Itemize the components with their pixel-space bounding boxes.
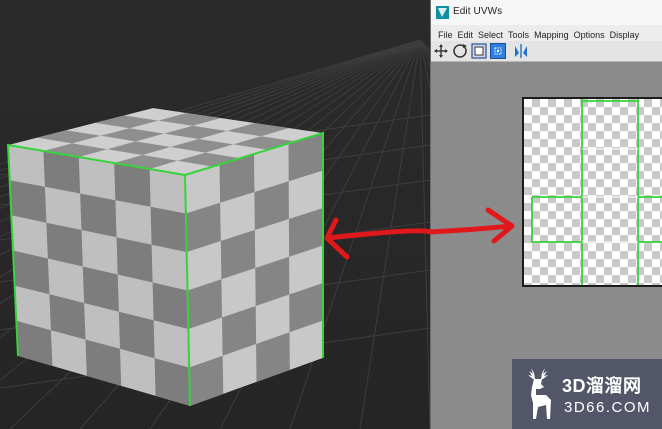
mirror-icon[interactable]: [513, 43, 529, 59]
menu-tools[interactable]: Tools: [508, 27, 529, 40]
menu-file[interactable]: File: [438, 27, 453, 40]
freeform-icon[interactable]: [490, 43, 506, 59]
menu-bar: File Edit Select Tools Mapping Options Display: [431, 25, 662, 41]
uv-islands: [531, 99, 662, 285]
rotate-icon[interactable]: [452, 43, 468, 59]
menu-options[interactable]: Options: [574, 27, 605, 40]
menu-select[interactable]: Select: [478, 27, 503, 40]
window-titlebar[interactable]: Edit UVWs: [431, 0, 662, 25]
menu-edit[interactable]: Edit: [458, 27, 474, 40]
uv-texture-canvas[interactable]: [522, 97, 662, 287]
watermark-main-text: 3D溜溜网: [562, 376, 642, 396]
3d-viewport[interactable]: [0, 0, 430, 429]
watermark-sub-text: 3D66.COM: [564, 399, 652, 416]
move-icon[interactable]: [433, 43, 449, 59]
watermark-logo: 3D溜溜网 3D66.COM: [512, 359, 662, 429]
deer-logo-icon: [528, 368, 551, 419]
window-title: Edit UVWs: [453, 6, 503, 17]
scale-icon[interactable]: [471, 43, 487, 59]
menu-display[interactable]: Display: [610, 27, 640, 40]
uv-toolbar: [431, 41, 662, 62]
cube-right-face: [185, 133, 323, 406]
3dsmax-app-icon: [436, 6, 449, 19]
menu-mapping[interactable]: Mapping: [534, 27, 569, 40]
double-arrow-right: [430, 207, 515, 244]
screen: Edit UVWs File Edit Select Tools Mapping Opti…: [0, 0, 662, 429]
